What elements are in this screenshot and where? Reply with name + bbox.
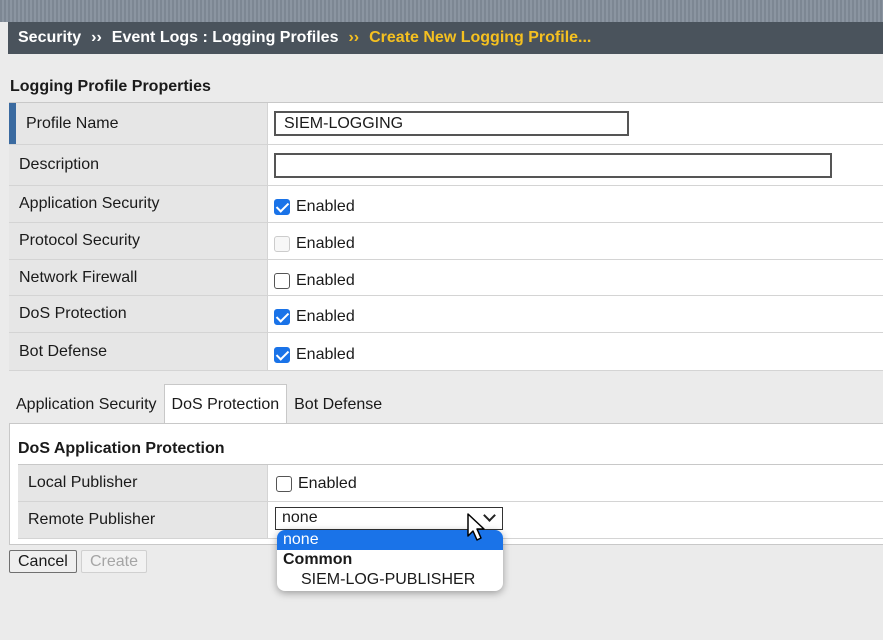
local-publisher-checkbox[interactable] [276,476,292,492]
tab-dos-protection[interactable]: DoS Protection [163,384,288,424]
tab-application-security[interactable]: Application Security [9,386,164,424]
breadcrumb: Security ›› Event Logs : Logging Profile… [8,22,883,54]
enabled-checkbox-label: Enabled [296,271,355,289]
row-label: Bot Defense [9,333,268,370]
cancel-button[interactable]: Cancel [9,550,77,573]
breadcrumb-security[interactable]: Security [18,29,81,47]
row-bot-defense: Bot Defense Enabled [9,333,883,371]
description-input[interactable] [274,152,832,178]
tab-bar: Application Security DoS Protection Bot De… [9,384,389,424]
enabled-checkbox-label: Enabled [296,235,355,252]
row-profile-name: Profile Name [9,103,883,145]
breadcrumb-separator: ›› [91,29,102,46]
enabled-checkbox[interactable] [274,346,290,363]
top-banner-strip [0,0,883,22]
local-publisher-label: Local Publisher [18,465,268,501]
properties-table: Profile Name Description Application Sec… [9,102,883,371]
breadcrumb-event-logs[interactable]: Event Logs : Logging Profiles [112,29,339,47]
enabled-checkbox-label: Enabled [296,308,355,325]
row-local-publisher: Local Publisher Enabled [18,465,883,502]
description-label: Description [9,145,268,185]
remote-publisher-selected: none [282,509,318,526]
row-network-firewall: Network Firewall Enabled [9,260,883,296]
breadcrumb-separator: ›› [348,29,360,46]
enabled-checkbox[interactable] [274,272,290,289]
row-application-security: Application Security Enabled [9,186,883,223]
profile-name-label: Profile Name [9,103,268,144]
create-button[interactable]: Create [81,550,148,573]
profile-name-input[interactable] [274,111,629,136]
tab-bot-defense[interactable]: Bot Defense [287,386,389,424]
mouse-pointer-icon [467,513,485,541]
enabled-checkbox[interactable] [274,309,290,325]
local-publisher-enabled-label: Enabled [298,475,357,492]
enabled-checkbox-label: Enabled [296,198,355,215]
section-title: Logging Profile Properties [10,78,211,95]
enabled-checkbox-label: Enabled [296,345,355,363]
remote-publisher-label: Remote Publisher [18,502,268,538]
enabled-checkbox [274,236,290,252]
row-description: Description [9,145,883,186]
row-label: Protocol Security [9,223,268,259]
dropdown-option[interactable]: SIEM-LOG-PUBLISHER [277,570,503,590]
row-dos-protection: DoS Protection Enabled [9,296,883,333]
breadcrumb-current: Create New Logging Profile... [369,29,592,46]
row-label: Application Security [9,186,268,222]
dos-section-title: DoS Application Protection [18,440,225,457]
row-label: DoS Protection [9,296,268,332]
row-protocol-security: Protocol Security Enabled [9,223,883,260]
row-label: Network Firewall [9,260,268,295]
dropdown-group-label: Common [283,551,353,568]
enabled-checkbox[interactable] [274,199,290,215]
